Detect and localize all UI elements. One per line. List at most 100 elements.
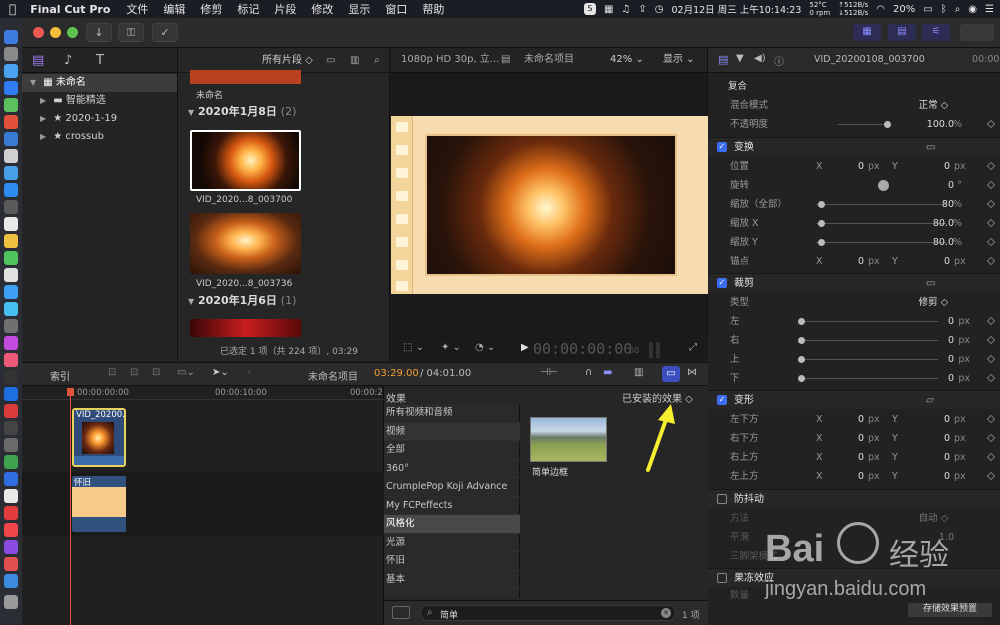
- scale-x-row[interactable]: 缩放 X 80.0%: [708, 214, 1000, 233]
- distort-onscreen-icon[interactable]: ▱: [926, 391, 934, 410]
- datetime[interactable]: 02月12日 周三 上午10:14:23: [672, 2, 802, 16]
- effect-category[interactable]: 所有视频和音频: [384, 404, 520, 423]
- keyframe-icon[interactable]: [986, 316, 996, 326]
- effect-clip[interactable]: 怀旧: [72, 476, 126, 532]
- stabilization-section[interactable]: 防抖动: [708, 489, 1000, 508]
- date-group-header[interactable]: ▼ 2020年1月8日 (2): [178, 103, 390, 121]
- effect-category[interactable]: 光源: [384, 534, 520, 552]
- dock-app-icon[interactable]: [4, 370, 18, 384]
- keyframe-icon[interactable]: [986, 119, 996, 129]
- dock-app-icon[interactable]: [4, 251, 18, 265]
- transitions-browser-icon[interactable]: ⋈: [687, 367, 697, 378]
- fullscreen-icon[interactable]: ⤢: [689, 342, 697, 353]
- crop-type-select[interactable]: 修剪 ◇: [919, 293, 948, 312]
- dock-app-icon[interactable]: [4, 404, 18, 418]
- dock-app-icon[interactable]: [4, 523, 18, 537]
- dock-app-icon[interactable]: [4, 353, 18, 367]
- spotlight-icon[interactable]: ⌕: [955, 4, 961, 15]
- grid-icon[interactable]: ▦: [604, 4, 613, 15]
- dock-app-icon[interactable]: [4, 302, 18, 316]
- opacity-row[interactable]: 不透明度 100.0%: [708, 115, 1000, 134]
- battery-level[interactable]: 20%: [893, 4, 915, 15]
- app-menu[interactable]: Final Cut Pro: [30, 3, 110, 16]
- disclosure-open-icon[interactable]: ▼: [188, 297, 194, 306]
- disclosure-open-icon[interactable]: ▼: [188, 108, 194, 117]
- play-button[interactable]: ▶: [521, 342, 529, 353]
- share-button[interactable]: [960, 24, 994, 41]
- effect-category[interactable]: 360°: [384, 460, 520, 478]
- bluetooth-icon[interactable]: ᛒ: [941, 4, 947, 15]
- opacity-slider-knob[interactable]: [884, 121, 891, 128]
- keyframe-icon[interactable]: [986, 373, 996, 383]
- menu-trim[interactable]: 修剪: [200, 1, 222, 17]
- disclosure-closed-icon[interactable]: ▶: [40, 92, 50, 110]
- keyframe-icon[interactable]: [986, 256, 996, 266]
- disclosure-open-icon[interactable]: ▼: [30, 74, 40, 92]
- effect-category[interactable]: 怀旧: [384, 552, 520, 571]
- keyframe-icon[interactable]: [986, 335, 996, 345]
- distort-top-left-row[interactable]: 左上方 X 0 px Y 0 px: [708, 467, 1000, 486]
- effect-category[interactable]: 基本: [384, 571, 520, 589]
- keyframe-icon[interactable]: [986, 471, 996, 481]
- playhead-handle[interactable]: [67, 388, 74, 396]
- transform-tool-icon[interactable]: ⬚ ⌄: [403, 342, 424, 353]
- dock-app-icon[interactable]: [4, 574, 18, 588]
- rotation-dial[interactable]: [878, 180, 889, 191]
- crop-top-slider[interactable]: [798, 356, 938, 363]
- keyframe-icon[interactable]: [986, 199, 996, 209]
- filter-inspector-tab[interactable]: ▼: [736, 53, 744, 64]
- crop-onscreen-icon[interactable]: ▭: [926, 274, 935, 293]
- distort-section[interactable]: ✓ 变形 ▱: [708, 390, 1000, 409]
- scale-all-slider[interactable]: [816, 201, 946, 208]
- scale-all-row[interactable]: 缩放（全部） 80%: [708, 195, 1000, 214]
- clip-thumbnail[interactable]: [190, 213, 301, 274]
- audio-skimming-icon[interactable]: ⊣⊢: [540, 367, 557, 378]
- stats-widget[interactable]: 52°C 0 rpm: [809, 1, 830, 17]
- slider-knob[interactable]: [798, 337, 805, 344]
- dock-app-icon[interactable]: [4, 540, 18, 554]
- display-menu[interactable]: 显示 ⌄: [663, 48, 695, 72]
- overwrite-clip-icon[interactable]: ▭⌄: [177, 367, 195, 378]
- music-icon[interactable]: ♫: [621, 4, 630, 15]
- clip-thumbnail[interactable]: [190, 319, 301, 337]
- dock-app-icon[interactable]: [4, 98, 18, 112]
- position-row[interactable]: 位置 X 0 px Y 0 px: [708, 157, 1000, 176]
- effect-category-selected[interactable]: 风格化: [384, 515, 520, 534]
- distort-bottom-right-row[interactable]: 右下方 X 0 px Y 0 px: [708, 429, 1000, 448]
- crop-left-row[interactable]: 左 0 px: [708, 312, 1000, 331]
- retime-icon[interactable]: ◔ ⌄: [475, 342, 495, 353]
- dock-app-icon[interactable]: [4, 234, 18, 248]
- rolling-shutter-checkbox[interactable]: [717, 573, 727, 583]
- dock-app-icon[interactable]: [4, 336, 18, 350]
- timeline-ruler[interactable]: 00:00:00:00 00:00:10:00 00:00:2: [22, 386, 384, 400]
- dock-app-icon[interactable]: [4, 149, 18, 163]
- upload-icon[interactable]: ⇪: [638, 4, 646, 15]
- rotation-row[interactable]: 旋转 0 °: [708, 176, 1000, 195]
- info-icon[interactable]: ⓘ: [774, 53, 784, 68]
- disclosure-closed-icon[interactable]: ▶: [40, 128, 50, 146]
- menu-file[interactable]: 文件: [126, 1, 148, 17]
- crop-section[interactable]: ✓ 裁剪 ▭: [708, 273, 1000, 292]
- video-frame[interactable]: [391, 116, 708, 294]
- keyframe-icon[interactable]: [986, 414, 996, 424]
- crop-right-slider[interactable]: [798, 337, 938, 344]
- dock-app-icon[interactable]: [4, 81, 18, 95]
- opacity-slider[interactable]: [838, 121, 891, 128]
- effect-category[interactable]: 视频: [384, 422, 520, 441]
- titles-generators-icon[interactable]: T: [96, 53, 112, 68]
- dock-app-icon[interactable]: [4, 183, 18, 197]
- scale-x-slider[interactable]: [816, 220, 946, 227]
- crop-top-row[interactable]: 上 0 px: [708, 350, 1000, 369]
- video-inspector-tab[interactable]: ▤: [718, 53, 728, 66]
- crop-checkbox[interactable]: ✓: [717, 278, 727, 288]
- dock-app-icon[interactable]: [4, 472, 18, 486]
- timecode-display[interactable]: 00:00:00:00: [533, 340, 632, 358]
- dock-app-icon[interactable]: [4, 132, 18, 146]
- dock-app-icon[interactable]: [4, 455, 18, 469]
- wifi-icon[interactable]: ◠: [876, 4, 885, 15]
- dock-app-icon[interactable]: [4, 438, 18, 452]
- append-clip-icon[interactable]: ⊡: [152, 367, 160, 378]
- dock-app-icon[interactable]: [4, 557, 18, 571]
- effects-browser-button[interactable]: ▭: [662, 366, 680, 382]
- keyframe-icon[interactable]: [986, 433, 996, 443]
